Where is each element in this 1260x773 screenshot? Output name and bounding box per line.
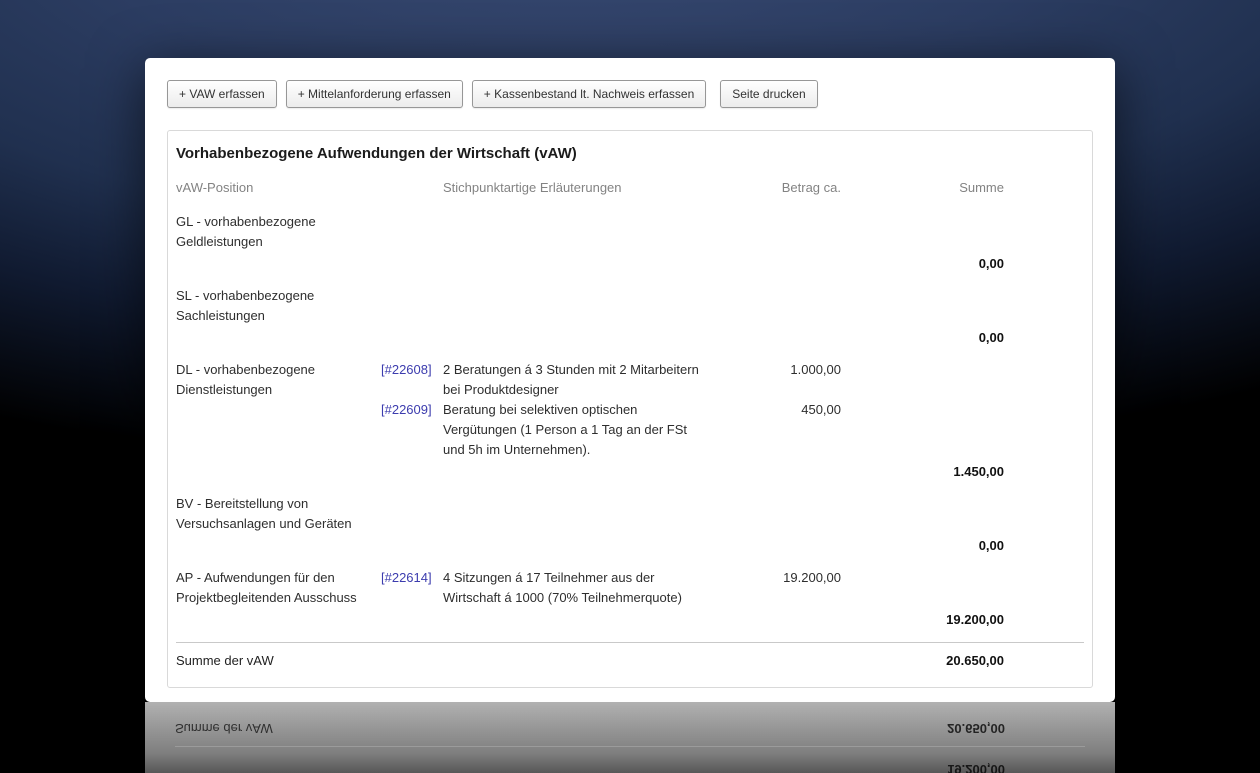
table-row: DL - vorhabenbezogene Dienstleistungen [… xyxy=(176,360,1084,400)
vaw-position-cell: AP - Aufwendungen für den Projektbegleit… xyxy=(176,570,357,605)
ref-cell: [#22609] xyxy=(381,400,443,420)
item-ref-link[interactable]: [#22609] xyxy=(381,402,432,417)
group-summe-row: 0,00 xyxy=(176,536,1084,558)
table-group-gl: GL - vorhabenbezogene Geldleistungen 0,0… xyxy=(176,202,1084,276)
content-window: + VAW erfassen + Mittelanforderung erfas… xyxy=(145,58,1115,702)
item-betrag: 1.000,00 xyxy=(790,362,841,377)
print-page-button[interactable]: Seite drucken xyxy=(720,80,818,108)
desktop-background: + VAW erfassen + Mittelanforderung erfas… xyxy=(0,0,1260,773)
table-row: GL - vorhabenbezogene Geldleistungen xyxy=(176,212,1084,252)
vaw-panel: Vorhabenbezogene Aufwendungen der Wirtsc… xyxy=(167,130,1093,688)
group-summe-row: 1.450,00 xyxy=(176,462,1084,484)
toolbar: + VAW erfassen + Mittelanforderung erfas… xyxy=(167,80,1093,108)
group-summe-value: 0,00 xyxy=(978,330,1004,345)
vaw-position-cell: BV - Bereitstellung von Versuchsanlagen … xyxy=(176,496,352,531)
vaw-position-cell: DL - vorhabenbezogene Dienstleistungen xyxy=(176,362,316,397)
group-summe-value: 1.450,00 xyxy=(953,464,1004,479)
content-column: + VAW erfassen + Mittelanforderung erfas… xyxy=(145,58,1115,773)
ref-cell: [#22614] xyxy=(381,568,443,588)
total-label: Summe der vAW xyxy=(176,653,274,668)
header-betrag: Betrag ca. xyxy=(781,180,841,195)
reflected-row: 19.200,00 xyxy=(175,757,1085,773)
item-description: 2 Beratungen á 3 Stunden mit 2 Mitarbeit… xyxy=(443,362,699,397)
table-total-row: Summe der vAW 20.650,00 xyxy=(176,642,1084,675)
item-description: Beratung bei selektiven optischen Vergüt… xyxy=(443,402,688,457)
table-row: AP - Aufwendungen für den Projektbegleit… xyxy=(176,568,1084,608)
item-betrag: 450,00 xyxy=(801,402,841,417)
reflected-text: 19.200,00 xyxy=(947,762,1005,773)
group-summe-value: 0,00 xyxy=(978,538,1004,553)
reflected-text: Summe der vAW xyxy=(175,721,273,736)
table-header-row: vAW-Position Stichpunktartige Erläuterun… xyxy=(176,178,1084,202)
group-summe-value: 0,00 xyxy=(978,256,1004,271)
header-erlaeuterungen: Stichpunktartige Erläuterungen xyxy=(443,180,622,195)
header-vaw-position: vAW-Position xyxy=(176,180,254,195)
group-summe-row: 0,00 xyxy=(176,328,1084,350)
reflected-text: 20.650,00 xyxy=(947,721,1005,736)
card-reflection: AP - Aufwendungen für den Projektbegleit… xyxy=(145,702,1115,773)
panel-title: Vorhabenbezogene Aufwendungen der Wirtsc… xyxy=(176,145,577,162)
group-summe-row: 0,00 xyxy=(176,254,1084,276)
item-ref-link[interactable]: [#22608] xyxy=(381,362,432,377)
table-group-dl: DL - vorhabenbezogene Dienstleistungen [… xyxy=(176,350,1084,484)
group-summe-row: 19.200,00 xyxy=(176,610,1084,632)
table-group-bv: BV - Bereitstellung von Versuchsanlagen … xyxy=(176,484,1084,558)
table-group-ap: AP - Aufwendungen für den Projektbegleit… xyxy=(176,558,1084,632)
vaw-position-cell: GL - vorhabenbezogene Geldleistungen xyxy=(176,214,316,249)
add-mittelanforderung-button[interactable]: + Mittelanforderung erfassen xyxy=(285,80,463,108)
header-summe: Summe xyxy=(959,180,1004,195)
table-row: BV - Bereitstellung von Versuchsanlagen … xyxy=(176,494,1084,534)
item-ref-link[interactable]: [#22614] xyxy=(381,570,432,585)
group-summe-value: 19.200,00 xyxy=(946,612,1004,627)
add-vaw-button[interactable]: + VAW erfassen xyxy=(167,80,277,108)
reflected-row: Summe der vAW 20.650,00 xyxy=(175,714,1085,747)
table-row: [#22609] Beratung bei selektiven optisch… xyxy=(176,400,1084,460)
table-row: SL - vorhabenbezogene Sachleistungen xyxy=(176,286,1084,326)
total-value: 20.650,00 xyxy=(946,653,1004,668)
vaw-position-cell: SL - vorhabenbezogene Sachleistungen xyxy=(176,288,315,323)
add-kassenbestand-button[interactable]: + Kassenbestand lt. Nachweis erfassen xyxy=(471,80,707,108)
item-description: 4 Sitzungen á 17 Teilnehmer aus der Wirt… xyxy=(443,570,682,605)
ref-cell: [#22608] xyxy=(381,360,443,380)
card-reflection-content: AP - Aufwendungen für den Projektbegleit… xyxy=(145,702,1115,773)
table-group-sl: SL - vorhabenbezogene Sachleistungen 0,0… xyxy=(176,276,1084,350)
item-betrag: 19.200,00 xyxy=(783,570,841,585)
